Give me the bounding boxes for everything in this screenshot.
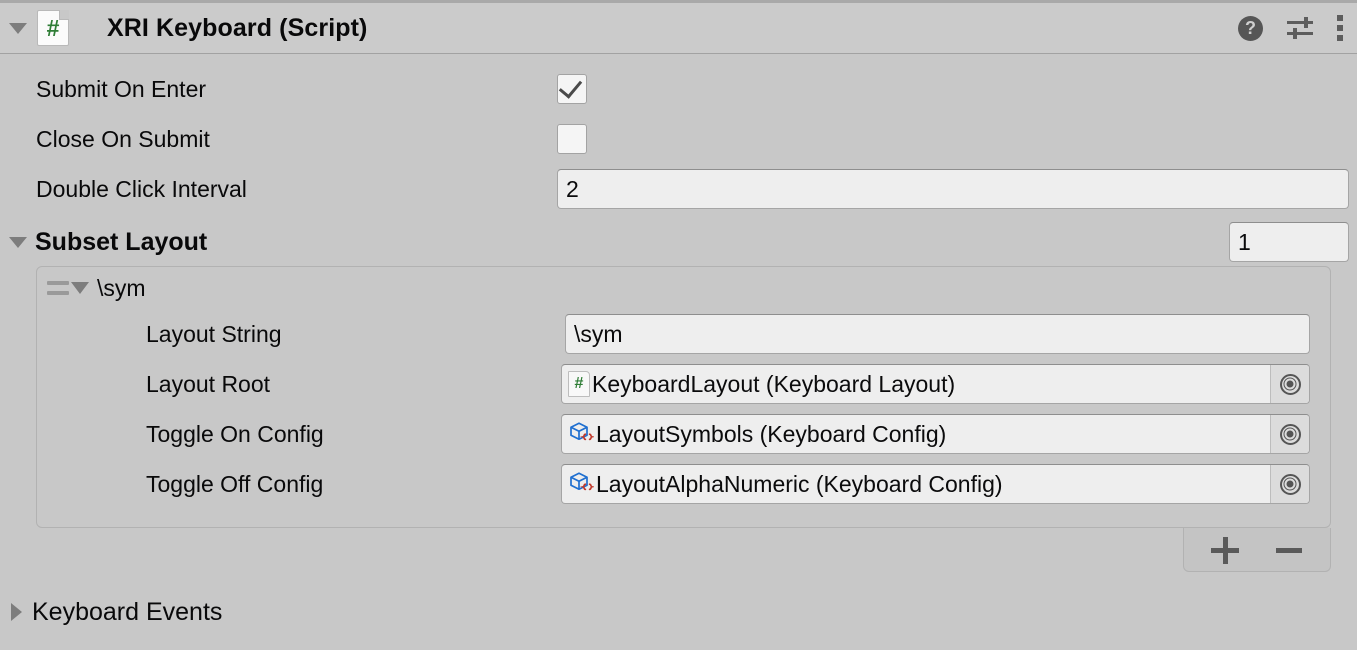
target-icon xyxy=(1280,374,1301,395)
list-item-foldout-arrow-icon[interactable] xyxy=(71,282,89,294)
toggle-off-config-label: Toggle Off Config xyxy=(146,471,323,498)
object-picker-button[interactable] xyxy=(1270,365,1309,403)
component-foldout-arrow-icon[interactable] xyxy=(9,23,27,34)
row-toggle-off-config: Toggle Off Config xyxy=(37,459,1330,509)
subset-layout-header[interactable]: Subset Layout 1 xyxy=(0,218,1357,266)
subset-layout-foldout-arrow-icon[interactable] xyxy=(9,237,27,248)
scriptable-object-icon xyxy=(568,421,594,447)
layout-root-object-field[interactable]: # KeyboardLayout (Keyboard Layout) xyxy=(561,364,1310,404)
target-icon xyxy=(1280,424,1301,445)
add-item-button[interactable] xyxy=(1211,536,1239,564)
row-submit-on-enter: Submit On Enter xyxy=(0,64,1357,114)
submit-on-enter-checkbox[interactable] xyxy=(557,74,587,104)
context-menu-icon[interactable] xyxy=(1337,15,1343,41)
row-double-click-interval: Double Click Interval 2 xyxy=(0,164,1357,214)
subset-layout-size-input[interactable]: 1 xyxy=(1229,222,1349,262)
layout-string-label: Layout String xyxy=(146,321,282,348)
row-layout-string: Layout String \sym xyxy=(37,309,1330,359)
row-toggle-on-config: Toggle On Config L xyxy=(37,409,1330,459)
checkmark-icon xyxy=(559,74,582,98)
inspector-panel: # XRI Keyboard (Script) ? Submit On Ente… xyxy=(0,0,1357,650)
script-icon-glyph: # xyxy=(47,17,60,40)
target-icon xyxy=(1280,474,1301,495)
close-on-submit-label: Close On Submit xyxy=(36,126,210,153)
close-on-submit-checkbox[interactable] xyxy=(557,124,587,154)
toggle-on-config-value: LayoutSymbols (Keyboard Config) xyxy=(596,421,946,448)
subset-layout-label: Subset Layout xyxy=(35,228,207,257)
layout-root-value: KeyboardLayout (Keyboard Layout) xyxy=(592,371,955,398)
toggle-on-config-object-field[interactable]: LayoutSymbols (Keyboard Config) xyxy=(561,414,1310,454)
keyboard-events-foldout-arrow-icon[interactable] xyxy=(11,603,22,621)
component-title: XRI Keyboard (Script) xyxy=(107,14,367,43)
object-picker-button[interactable] xyxy=(1270,415,1309,453)
script-icon-glyph: # xyxy=(575,376,584,392)
component-header[interactable]: # XRI Keyboard (Script) ? xyxy=(0,0,1357,54)
double-click-interval-input[interactable]: 2 xyxy=(557,169,1349,209)
preset-icon[interactable] xyxy=(1287,17,1313,39)
list-footer-toolbar xyxy=(1183,528,1331,572)
toggle-off-config-value: LayoutAlphaNumeric (Keyboard Config) xyxy=(596,471,1003,498)
scriptable-object-icon xyxy=(568,471,594,497)
help-icon-glyph: ? xyxy=(1245,19,1256,37)
object-picker-button[interactable] xyxy=(1270,465,1309,503)
drag-handle-icon[interactable] xyxy=(47,281,69,295)
list-item[interactable]: \sym xyxy=(37,267,1330,309)
double-click-interval-label: Double Click Interval xyxy=(36,176,247,203)
toggle-off-config-object-field[interactable]: LayoutAlphaNumeric (Keyboard Config) xyxy=(561,464,1310,504)
toggle-on-config-label: Toggle On Config xyxy=(146,421,324,448)
remove-item-button[interactable] xyxy=(1275,536,1303,564)
layout-string-input[interactable]: \sym xyxy=(565,314,1310,354)
subset-layout-size-field[interactable]: 1 xyxy=(1229,222,1349,262)
script-icon: # xyxy=(37,10,69,46)
keyboard-events-label: Keyboard Events xyxy=(32,598,222,627)
layout-root-label: Layout Root xyxy=(146,371,270,398)
keyboard-events-header[interactable]: Keyboard Events xyxy=(0,588,222,636)
subset-layout-list: \sym Layout String \sym Layout Root # Ke… xyxy=(36,266,1331,528)
list-item-label: \sym xyxy=(97,275,146,302)
header-actions: ? xyxy=(1238,15,1343,41)
help-icon[interactable]: ? xyxy=(1238,16,1263,41)
script-icon: # xyxy=(568,371,590,397)
row-layout-root: Layout Root # KeyboardLayout (Keyboard L… xyxy=(37,359,1330,409)
submit-on-enter-label: Submit On Enter xyxy=(36,76,206,103)
row-close-on-submit: Close On Submit xyxy=(0,114,1357,164)
